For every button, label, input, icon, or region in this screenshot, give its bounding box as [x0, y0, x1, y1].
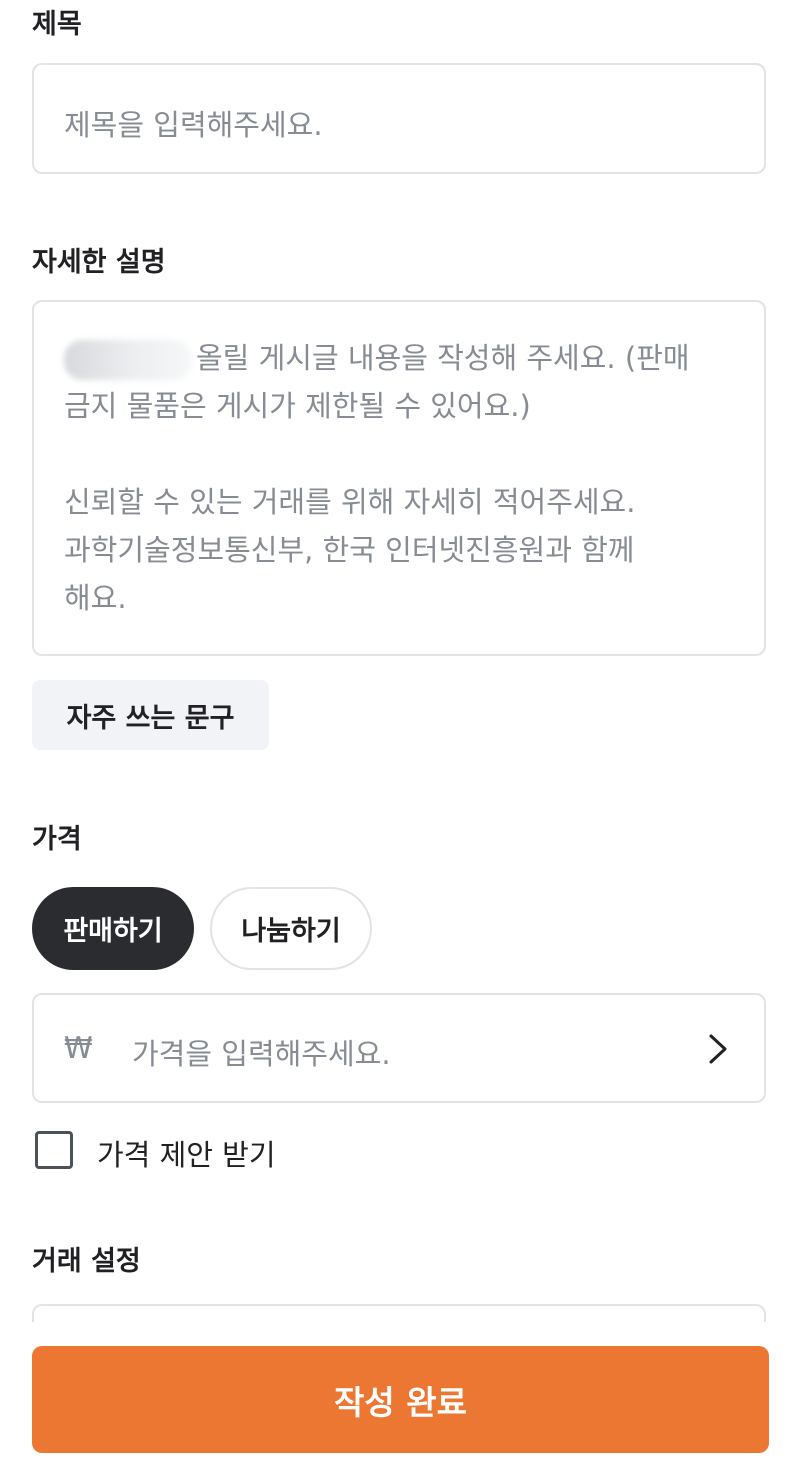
sell-chip[interactable]: 판매하기 [32, 887, 194, 970]
post-write-form: 제목 제목을 입력해주세요. 자세한 설명 올릴 게시글 내용을 작성해 주세요… [0, 0, 800, 1469]
share-chip[interactable]: 나눔하기 [210, 887, 372, 970]
description-textarea[interactable]: 올릴 게시글 내용을 작성해 주세요. (판매 금지 물품은 게시가 제한될 수… [32, 300, 766, 656]
description-blank-line [64, 430, 734, 478]
price-offer-label[interactable]: 가격 제안 받기 [97, 1132, 276, 1174]
trade-settings-label: 거래 설정 [32, 1246, 141, 1277]
chevron-right-icon[interactable] [704, 1033, 732, 1065]
price-placeholder: 가격을 입력해주세요. [132, 1037, 391, 1071]
title-input[interactable]: 제목을 입력해주세요. [32, 63, 766, 174]
description-placeholder-line-2: 금지 물품은 게시가 제한될 수 있어요.) [64, 389, 531, 423]
description-placeholder-line-4: 과학기술정보통신부, 한국 인터넷진흥원과 함께 [64, 533, 635, 567]
price-section-label: 가격 [32, 824, 82, 855]
won-currency-symbol: ₩ [64, 1031, 93, 1065]
description-placeholder-line-3: 신뢰할 수 있는 거래를 위해 자세히 적어주세요. [64, 485, 636, 519]
title-section-label: 제목 [32, 9, 82, 40]
description-placeholder: 올릴 게시글 내용을 작성해 주세요. (판매 금지 물품은 게시가 제한될 수… [64, 334, 734, 622]
price-input[interactable]: ₩ 가격을 입력해주세요. [32, 993, 766, 1103]
title-placeholder: 제목을 입력해주세요. [64, 108, 323, 142]
description-section-label: 자세한 설명 [32, 247, 166, 278]
submit-button[interactable]: 작성 완료 [32, 1346, 769, 1453]
price-offer-checkbox[interactable] [35, 1131, 73, 1169]
description-placeholder-line-5: 해요. [64, 581, 127, 615]
description-placeholder-line-1-text: 올릴 게시글 내용을 작성해 주세요. (판매 [196, 341, 690, 375]
description-placeholder-line-1: 올릴 게시글 내용을 작성해 주세요. (판매 [64, 334, 734, 382]
redacted-region [64, 340, 192, 380]
frequent-phrases-button[interactable]: 자주 쓰는 문구 [32, 680, 269, 750]
